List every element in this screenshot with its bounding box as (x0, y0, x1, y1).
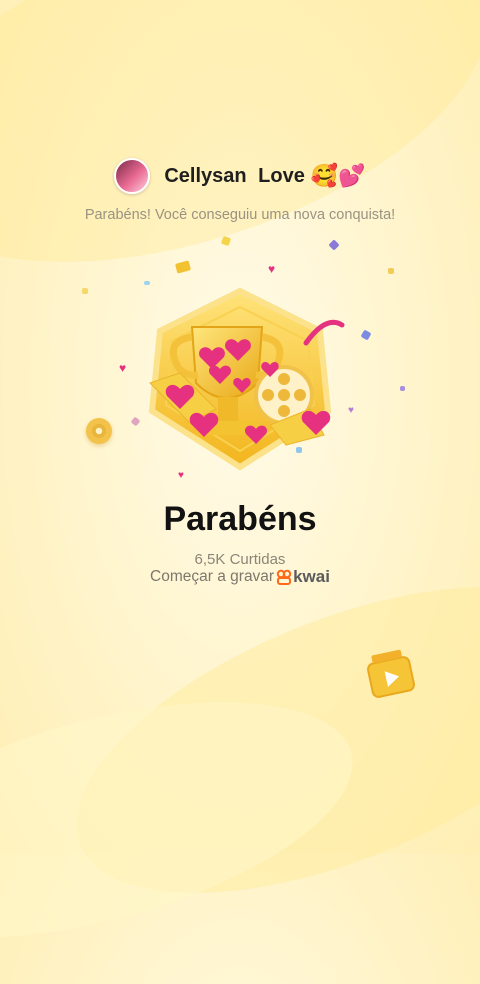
user-header: Cellysan Love 🥰💕 (0, 158, 480, 194)
achievement-subtitle: Parabéns! Você conseguiu uma nova conqui… (84, 207, 396, 223)
likes-count: 6,5K Curtidas (194, 551, 286, 568)
confetti (174, 260, 192, 274)
video-camera-icon (367, 649, 415, 698)
avatar[interactable] (114, 158, 151, 194)
username[interactable]: Cellysan Love (164, 165, 305, 188)
kwai-logo-icon (276, 569, 292, 585)
film-reel-icon (86, 418, 112, 444)
achievement-title: Parabéns (163, 500, 317, 538)
trophy-badge-icon (120, 285, 360, 485)
confetti (328, 239, 340, 251)
emoji: 🥰💕 (310, 163, 366, 188)
confetti (388, 268, 394, 274)
heart-icon: ♥ (268, 262, 276, 276)
kwai-brand: kwai (293, 567, 330, 586)
background-swoosh (35, 523, 480, 957)
background-swoosh (0, 656, 378, 984)
confetti (400, 386, 405, 391)
start-recording-link[interactable]: Começar a gravar kwai (0, 567, 480, 587)
confetti (82, 288, 88, 294)
confetti (220, 235, 232, 247)
confetti (360, 329, 372, 341)
start-recording-label: Começar a gravar (150, 568, 275, 585)
